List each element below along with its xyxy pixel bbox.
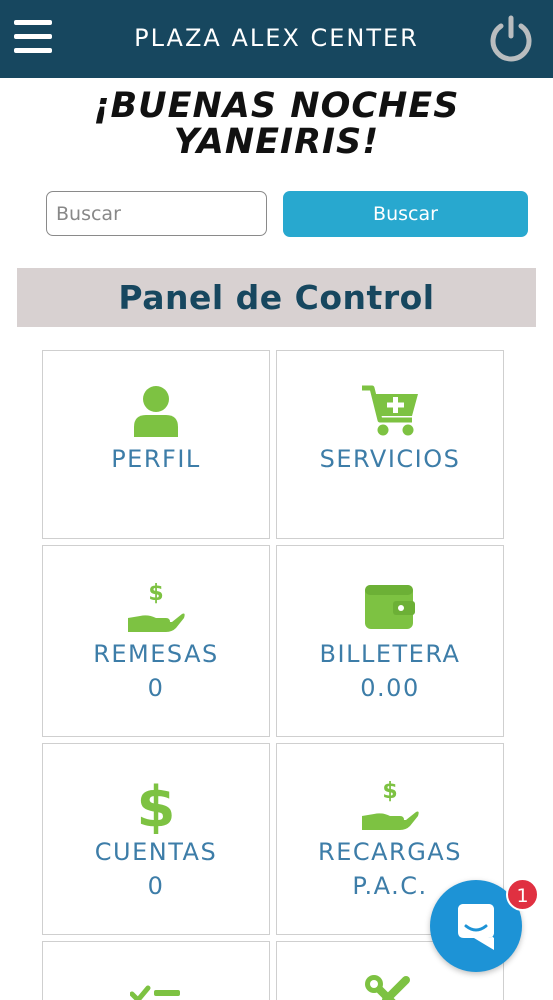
card-cuentas[interactable]: $ CUENTAS 0 xyxy=(42,743,270,935)
card-remesas-value: 0 xyxy=(147,674,165,702)
checklist-icon xyxy=(43,978,269,1000)
card-remesas[interactable]: $ REMESAS 0 xyxy=(42,545,270,737)
hand-dollar-icon: $ xyxy=(277,778,503,832)
svg-text:$: $ xyxy=(382,779,397,804)
card-remesas-label: REMESAS xyxy=(93,640,219,668)
dollar-icon: $ xyxy=(43,774,269,834)
card-billetera-label: BILLETERA xyxy=(319,640,461,668)
card-checklist[interactable] xyxy=(42,941,270,1000)
card-cuentas-value: 0 xyxy=(147,872,165,900)
card-servicios-label: SERVICIOS xyxy=(319,445,461,473)
panel-title: Panel de Control xyxy=(17,268,536,327)
card-perfil[interactable]: PERFIL xyxy=(42,350,270,539)
hand-dollar-icon: $ xyxy=(43,580,269,634)
tools-icon xyxy=(277,972,503,1000)
cart-plus-icon xyxy=(277,384,503,438)
app-header: PLAZA ALEX CENTER xyxy=(0,0,553,78)
greeting-heading: ¡BUENAS NOCHES YANEIRIS! xyxy=(60,88,493,160)
search-input[interactable] xyxy=(46,191,267,236)
chat-notification-badge: 1 xyxy=(506,878,539,911)
greeting-line-1: ¡BUENAS NOCHES xyxy=(93,86,460,126)
app-screen: PLAZA ALEX CENTER ¡BUENAS NOCHES YANEIRI… xyxy=(0,0,553,1000)
power-icon[interactable] xyxy=(486,14,536,64)
card-perfil-label: PERFIL xyxy=(111,445,201,473)
svg-text:$: $ xyxy=(137,775,176,834)
search-button[interactable]: Buscar xyxy=(283,191,528,237)
user-icon xyxy=(43,385,269,437)
card-billetera[interactable]: BILLETERA 0.00 xyxy=(276,545,504,737)
app-title: PLAZA ALEX CENTER xyxy=(134,24,419,52)
wallet-icon xyxy=(277,583,503,631)
svg-text:$: $ xyxy=(148,581,163,606)
card-recargas-label: RECARGAS xyxy=(318,838,462,866)
card-billetera-value: 0.00 xyxy=(360,674,420,702)
card-servicios[interactable]: SERVICIOS xyxy=(276,350,504,539)
card-cuentas-label: CUENTAS xyxy=(94,838,218,866)
greeting-line-2: YANEIRIS! xyxy=(173,122,380,162)
